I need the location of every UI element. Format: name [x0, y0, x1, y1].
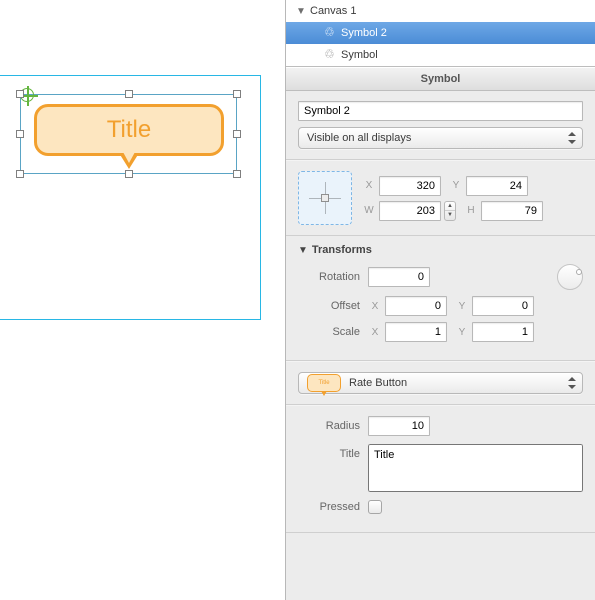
- rate-button-shape-label: Title: [107, 116, 151, 144]
- resize-handle-nw[interactable]: [16, 90, 24, 98]
- transforms-title: Transforms: [312, 244, 372, 256]
- offset-x-input[interactable]: [385, 296, 447, 316]
- inspector-panel: ▼ Canvas 1 Symbol 2 Symbol Symbol Visibl…: [285, 0, 595, 600]
- offset-y-label: Y: [455, 301, 469, 312]
- scale-label: Scale: [298, 326, 360, 338]
- geom-x-label: X: [362, 180, 376, 191]
- design-canvas-area: Title: [0, 0, 285, 600]
- rate-button-thumb-icon: Title: [307, 374, 341, 392]
- geom-w-stepper[interactable]: ▲▼: [444, 201, 456, 221]
- scale-x-input[interactable]: [385, 322, 447, 342]
- component-type-label: Rate Button: [349, 377, 407, 389]
- resize-handle-e[interactable]: [233, 130, 241, 138]
- pressed-checkbox[interactable]: [368, 500, 382, 514]
- geom-y-label: Y: [449, 180, 463, 191]
- anchor-point-control[interactable]: [298, 171, 352, 225]
- rotation-input[interactable]: [368, 267, 430, 287]
- outline-item-label: Symbol 2: [341, 27, 387, 39]
- geom-y-input[interactable]: [466, 176, 528, 196]
- outline-item-label: Symbol: [341, 49, 378, 61]
- symbol-icon: [324, 27, 337, 40]
- geom-w-input[interactable]: [379, 201, 441, 221]
- speech-tail-icon: [123, 152, 135, 163]
- rotation-dial[interactable]: [557, 264, 583, 290]
- symbol-name-input[interactable]: [298, 101, 583, 121]
- selection-bounding-box[interactable]: Title: [14, 88, 243, 180]
- resize-handle-sw[interactable]: [16, 170, 24, 178]
- resize-handle-n[interactable]: [125, 90, 133, 98]
- scale-y-label: Y: [455, 327, 469, 338]
- rotation-label: Rotation: [298, 271, 360, 283]
- section-header-symbol: Symbol: [286, 67, 595, 91]
- pressed-label: Pressed: [298, 501, 360, 513]
- geom-w-label: W: [362, 205, 376, 216]
- resize-handle-ne[interactable]: [233, 90, 241, 98]
- resize-handle-w[interactable]: [16, 130, 24, 138]
- offset-x-label: X: [368, 301, 382, 312]
- anchor-center-icon: [321, 194, 329, 202]
- title-input[interactable]: Title: [368, 444, 583, 492]
- resize-handle-s[interactable]: [125, 170, 133, 178]
- outline-item-selected[interactable]: Symbol 2: [286, 22, 595, 44]
- radius-label: Radius: [298, 420, 360, 432]
- component-type-popup[interactable]: Title Rate Button: [298, 372, 583, 394]
- radius-input[interactable]: [368, 416, 430, 436]
- section-header-label: Symbol: [421, 73, 461, 85]
- offset-y-input[interactable]: [472, 296, 534, 316]
- outline-item[interactable]: Symbol: [286, 44, 595, 66]
- outline-canvas-label: Canvas 1: [310, 5, 356, 17]
- transforms-header[interactable]: ▼ Transforms: [286, 236, 595, 258]
- rate-button-shape[interactable]: Title: [34, 104, 224, 156]
- geom-x-input[interactable]: [379, 176, 441, 196]
- outline-tree[interactable]: ▼ Canvas 1 Symbol 2 Symbol: [286, 0, 595, 67]
- scale-y-input[interactable]: [472, 322, 534, 342]
- title-label: Title: [298, 444, 360, 460]
- geom-h-label: H: [464, 205, 478, 216]
- disclosure-triangle-icon[interactable]: ▼: [298, 245, 308, 256]
- visibility-popup-label: Visible on all displays: [307, 132, 411, 144]
- resize-handle-se[interactable]: [233, 170, 241, 178]
- geom-h-input[interactable]: [481, 201, 543, 221]
- scale-x-label: X: [368, 327, 382, 338]
- outline-canvas-row[interactable]: ▼ Canvas 1: [286, 0, 595, 22]
- disclosure-triangle-icon[interactable]: ▼: [296, 6, 306, 17]
- symbol-icon: [324, 49, 337, 62]
- visibility-popup[interactable]: Visible on all displays: [298, 127, 583, 149]
- offset-label: Offset: [298, 300, 360, 312]
